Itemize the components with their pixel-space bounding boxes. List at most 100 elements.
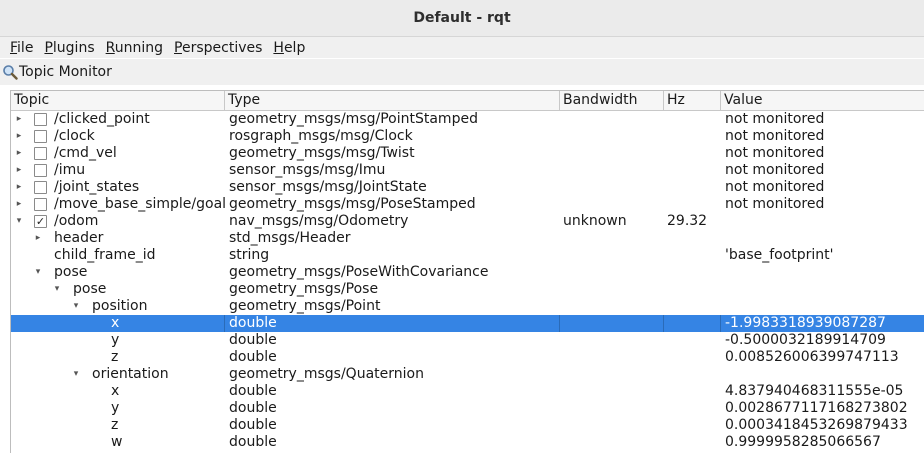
menu-running-mnemonic: R bbox=[105, 39, 115, 56]
table-row[interactable]: ▾ pose geometry_msgs/PoseWithCovariance bbox=[11, 264, 924, 281]
table-row[interactable]: ▸ /clicked_point geometry_msgs/msg/PointSt… bbox=[11, 111, 924, 128]
column-header-hz[interactable]: Hz bbox=[664, 91, 721, 110]
hz-value bbox=[667, 179, 719, 196]
hz-value bbox=[667, 315, 719, 332]
expand-arrow-icon[interactable]: ▸ bbox=[14, 111, 24, 128]
collapse-arrow-icon[interactable]: ▾ bbox=[14, 213, 24, 230]
menu-plugins[interactable]: Plugins bbox=[40, 40, 101, 56]
table-row[interactable]: ▸ /joint_states sensor_msgs/msg/JointState… bbox=[11, 179, 924, 196]
field-value: not monitored bbox=[725, 179, 825, 195]
table-row[interactable]: ▾ orientation geometry_msgs/Quaternion bbox=[11, 366, 924, 383]
table-row[interactable]: ▸ /cmd_vel geometry_msgs/msg/Twist not moni… bbox=[11, 145, 924, 162]
hz-value bbox=[667, 264, 719, 281]
hz-value bbox=[667, 400, 719, 417]
table-row[interactable]: y double 0.0028677117168273802 bbox=[11, 400, 924, 417]
message-type: geometry_msgs/msg/PoseStamped bbox=[229, 196, 476, 212]
monitor-checkbox[interactable] bbox=[34, 198, 47, 211]
topic-name: /imu bbox=[54, 162, 86, 178]
message-type: geometry_msgs/msg/PointStamped bbox=[229, 111, 478, 127]
table-row[interactable]: ▾ position geometry_msgs/Point bbox=[11, 298, 924, 315]
hz-value: 29.32 bbox=[667, 213, 708, 229]
menu-perspectives-mnemonic: P bbox=[174, 39, 182, 56]
menu-file-mnemonic: F bbox=[10, 39, 18, 56]
expand-arrow-icon[interactable]: ▸ bbox=[14, 162, 24, 179]
topic-tree-table[interactable]: Topic Type Bandwidth Hz Value ▸ /clicked_… bbox=[10, 90, 924, 453]
dock-title: Topic Monitor bbox=[19, 64, 112, 80]
table-row[interactable]: ▾ pose geometry_msgs/Pose bbox=[11, 281, 924, 298]
column-header-value[interactable]: Value bbox=[721, 91, 924, 110]
hz-value bbox=[667, 281, 719, 298]
table-row[interactable]: ▸ /move_base_simple/goal geometry_msgs/msg… bbox=[11, 196, 924, 213]
bandwidth-value bbox=[563, 383, 663, 400]
bandwidth-value bbox=[563, 298, 663, 315]
hz-value bbox=[667, 366, 719, 383]
table-row[interactable]: z double 0.008526006399747113 bbox=[11, 349, 924, 366]
monitor-checkbox[interactable] bbox=[34, 147, 47, 160]
table-row[interactable]: ▸ /clock rosgraph_msgs/msg/Clock not monito… bbox=[11, 128, 924, 145]
field-value: 0.0028677117168273802 bbox=[725, 400, 908, 416]
topic-name: /joint_states bbox=[54, 179, 140, 195]
topic-name: orientation bbox=[92, 366, 169, 382]
topic-name: y bbox=[111, 332, 120, 348]
monitor-checkbox[interactable] bbox=[34, 181, 47, 194]
topic-name: z bbox=[111, 417, 119, 433]
menu-perspectives[interactable]: Perspectives bbox=[170, 40, 269, 56]
table-row[interactable]: z double 0.0003418453269879433 bbox=[11, 417, 924, 434]
message-type: double bbox=[229, 417, 277, 433]
field-value: 4.837940468311555e-05 bbox=[725, 383, 904, 399]
expand-arrow-icon[interactable]: ▸ bbox=[14, 128, 24, 145]
magnifier-icon bbox=[3, 65, 18, 80]
table-row[interactable]: x double -1.9983318939087287 bbox=[11, 315, 924, 332]
bandwidth-value bbox=[563, 264, 663, 281]
table-body: ▸ /clicked_point geometry_msgs/msg/PointSt… bbox=[11, 111, 924, 451]
message-type: geometry_msgs/Point bbox=[229, 298, 381, 314]
hz-value bbox=[667, 332, 719, 349]
window-title: Default - rqt bbox=[413, 10, 511, 26]
expand-arrow-icon[interactable]: ▸ bbox=[33, 230, 43, 247]
bandwidth-value: unknown bbox=[563, 213, 627, 229]
collapse-arrow-icon[interactable]: ▾ bbox=[33, 264, 43, 281]
expand-arrow-icon[interactable]: ▸ bbox=[14, 145, 24, 162]
table-row[interactable]: w double 0.9999958285066567 bbox=[11, 434, 924, 451]
monitor-checkbox[interactable] bbox=[34, 164, 47, 177]
column-header-topic[interactable]: Topic bbox=[11, 91, 225, 110]
table-row[interactable]: ▾ ✓ /odom nav_msgs/msg/Odometry unknown 29.32 bbox=[11, 213, 924, 230]
table-row[interactable]: child_frame_id string 'base_footprint' bbox=[11, 247, 924, 264]
table-row[interactable]: ▸ header std_msgs/Header bbox=[11, 230, 924, 247]
hz-value bbox=[667, 247, 719, 264]
collapse-arrow-icon[interactable]: ▾ bbox=[71, 298, 81, 315]
table-row[interactable]: ▸ /imu sensor_msgs/msg/Imu not monitored bbox=[11, 162, 924, 179]
column-header-type[interactable]: Type bbox=[225, 91, 560, 110]
message-type: double bbox=[229, 383, 277, 399]
menu-help-label: elp bbox=[283, 39, 306, 56]
monitor-checkbox-checked[interactable]: ✓ bbox=[34, 215, 47, 228]
field-value: -0.5000032189914709 bbox=[725, 332, 886, 348]
monitor-checkbox[interactable] bbox=[34, 113, 47, 126]
table-row[interactable]: x double 4.837940468311555e-05 bbox=[11, 383, 924, 400]
message-type: geometry_msgs/PoseWithCovariance bbox=[229, 264, 489, 280]
message-type: double bbox=[229, 349, 277, 365]
expand-arrow-icon[interactable]: ▸ bbox=[14, 179, 24, 196]
menu-help[interactable]: Help bbox=[269, 40, 312, 56]
topic-name: z bbox=[111, 349, 119, 365]
collapse-arrow-icon[interactable]: ▾ bbox=[52, 281, 62, 298]
dock-title-bar[interactable]: Topic Monitor bbox=[0, 59, 924, 85]
hz-value bbox=[667, 162, 719, 179]
column-header-bandwidth[interactable]: Bandwidth bbox=[560, 91, 664, 110]
expand-arrow-icon[interactable]: ▸ bbox=[14, 196, 24, 213]
table-row[interactable]: y double -0.5000032189914709 bbox=[11, 332, 924, 349]
field-value: not monitored bbox=[725, 162, 825, 178]
hz-value bbox=[667, 383, 719, 400]
monitor-checkbox[interactable] bbox=[34, 130, 47, 143]
menu-file[interactable]: File bbox=[0, 40, 40, 56]
field-value: 0.008526006399747113 bbox=[725, 349, 899, 365]
message-type: sensor_msgs/msg/Imu bbox=[229, 162, 386, 178]
window-titlebar: Default - rqt bbox=[0, 0, 924, 37]
bandwidth-value bbox=[563, 315, 663, 332]
bandwidth-value bbox=[563, 332, 663, 349]
hz-value bbox=[667, 145, 719, 162]
menu-help-mnemonic: H bbox=[273, 39, 284, 56]
collapse-arrow-icon[interactable]: ▾ bbox=[71, 366, 81, 383]
bandwidth-value bbox=[563, 281, 663, 298]
menu-running[interactable]: Running bbox=[102, 40, 170, 56]
